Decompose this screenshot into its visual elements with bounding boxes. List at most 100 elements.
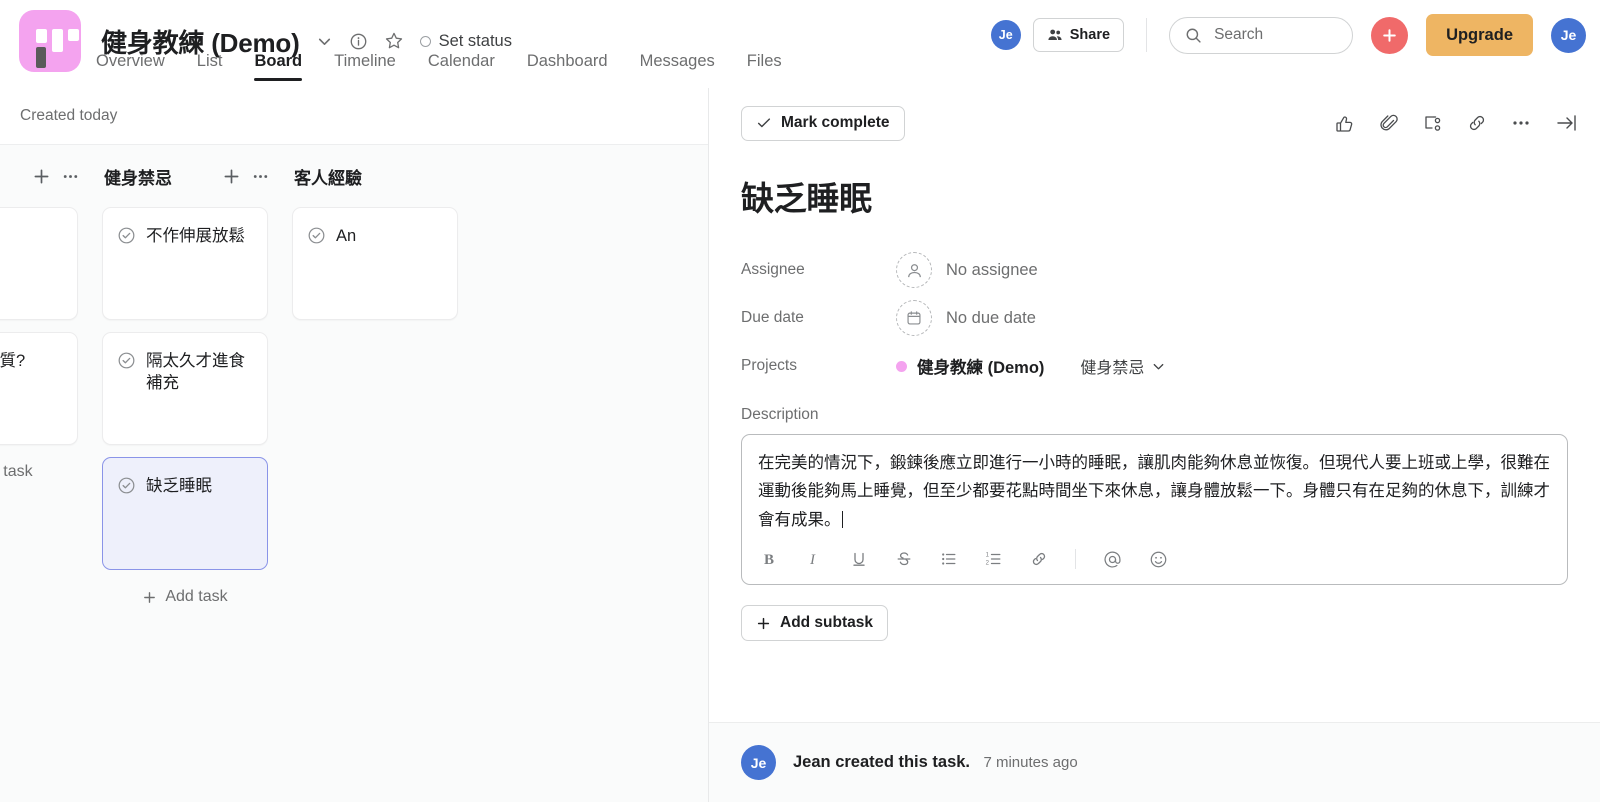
project-section-chip[interactable]: 健身禁忌 [1080,354,1166,378]
add-task-label: Add task [165,588,228,605]
bulleted-list-icon[interactable] [940,550,958,568]
project-logo-icon[interactable] [19,10,81,72]
tab-timeline[interactable]: Timeline [318,52,412,81]
tab-calendar[interactable]: Calendar [412,52,511,81]
people-icon [1048,29,1062,40]
board-area: Created today 馬? [0,88,710,802]
numbered-list-icon[interactable]: 12 [985,550,1003,568]
attachment-icon[interactable] [1378,112,1400,134]
board-card[interactable]: 馬? [0,207,78,320]
assignee-row[interactable]: Assignee No assignee [741,246,1568,294]
due-date-value: No due date [946,308,1036,327]
complete-check-icon[interactable] [117,226,136,250]
mark-complete-button[interactable]: Mark complete [741,105,905,141]
board-card[interactable]: 多一些蛋白質? [0,332,78,445]
upgrade-button[interactable]: Upgrade [1426,14,1533,56]
star-icon[interactable] [384,31,404,51]
avatar-activity[interactable]: Je [741,745,776,780]
complete-check-icon[interactable] [117,476,136,500]
chevron-down-icon[interactable] [316,33,333,50]
add-task-label: Add task [0,463,33,480]
add-task-button[interactable]: Add task [0,463,90,481]
column-title: 客人經驗 [294,168,362,188]
board-card[interactable]: An [292,207,458,320]
column-menu-icon[interactable] [251,167,270,186]
board-card-selected[interactable]: 缺乏睡眠 [102,457,268,570]
search-input[interactable]: Search [1169,16,1354,54]
activity-text: Jean created this task. [793,753,971,771]
more-options-icon[interactable] [1510,112,1532,134]
svg-text:2: 2 [986,561,990,567]
search-placeholder: Search [1214,26,1264,43]
mark-complete-label: Mark complete [781,114,890,131]
share-label: Share [1069,27,1111,43]
board-column-jinjin: 健身禁忌 不作伸展放鬆 隔太久才進食補充 缺乏睡眠 Add task [90,145,280,802]
card-title: 不作伸展放鬆 [146,227,245,245]
chevron-down-icon [1154,363,1164,369]
set-status-button[interactable]: Set status [419,31,512,51]
share-button[interactable]: Share [1032,18,1125,52]
add-subtask-button[interactable]: Add subtask [741,605,889,642]
board-card[interactable]: 隔太久才進食補充 [102,332,268,445]
toolbar-divider [1075,549,1076,570]
top-header: 健身教練 (Demo) Set status Je Share Search U… [0,0,1600,88]
collapse-panel-icon[interactable] [1554,111,1578,135]
column-add-task-icon[interactable] [222,167,241,186]
tab-board[interactable]: Board [238,52,318,81]
card-title: 缺乏睡眠 [146,477,212,495]
board-column-clipped: 馬? 多一些蛋白質? Add task [0,145,90,802]
project-name: 健身教練 (Demo) [917,359,1045,377]
tab-messages[interactable]: Messages [624,52,731,81]
avatar-member[interactable]: Je [990,20,1021,50]
tab-dashboard[interactable]: Dashboard [511,52,624,81]
task-title[interactable]: 缺乏睡眠 [741,172,1568,220]
description-editor[interactable]: 在完美的情況下，鍛鍊後應立即進行一小時的睡眠，讓肌肉能夠休息並恢復。但現代人要上… [741,434,1568,586]
column-title: 健身禁忌 [104,168,172,188]
plus-icon [144,591,156,603]
tab-files[interactable]: Files [731,52,798,81]
svg-text:1: 1 [986,552,990,558]
description-text-wrapper[interactable]: 在完美的情況下，鍛鍊後應立即進行一小時的睡眠，讓肌肉能夠休息並恢復。但現代人要上… [758,449,1551,534]
italic-icon[interactable]: I [805,550,823,568]
task-detail-panel: Mark complete 缺乏睡眠 Assignee No assignee … [708,88,1600,802]
avatar-user[interactable]: Je [1551,17,1586,53]
project-color-dot-icon [896,360,907,372]
activity-feed: Je Jean created this task. 7 minutes ago [709,722,1600,802]
header-divider [1146,18,1148,52]
create-button[interactable] [1371,16,1409,54]
assignee-label: Assignee [741,261,805,278]
link-icon[interactable] [1030,550,1048,568]
svg-text:I: I [809,552,816,568]
info-icon[interactable] [349,32,368,51]
card-title: An [336,227,357,245]
column-menu-icon[interactable] [61,167,80,186]
emoji-icon[interactable] [1149,550,1168,569]
complete-check-icon[interactable] [307,226,326,250]
bold-icon[interactable]: B [760,550,778,568]
subtask-icon[interactable] [1422,112,1444,134]
board-card[interactable]: 不作伸展放鬆 [102,207,268,320]
project-tabs: Overview List Board Timeline Calendar Da… [96,52,798,81]
column-add-task-icon[interactable] [32,167,51,186]
underline-icon[interactable] [850,550,868,568]
header-actions: Je Share Search Upgrade Je [990,14,1586,56]
assignee-value: No assignee [946,260,1038,279]
thumbs-up-icon[interactable] [1334,112,1356,134]
description-label: Description [741,406,819,423]
link-icon[interactable] [1466,112,1488,134]
tab-overview[interactable]: Overview [96,52,181,81]
mention-icon[interactable] [1103,550,1122,569]
task-detail-body: 缺乏睡眠 Assignee No assignee Due date No du… [709,158,1600,722]
strikethrough-icon[interactable] [895,550,913,568]
tab-list[interactable]: List [181,52,239,81]
projects-label: Projects [741,357,797,374]
set-status-label: Set status [438,31,512,50]
status-circle-icon [419,35,431,47]
due-date-label: Due date [741,309,804,326]
due-date-row[interactable]: Due date No due date [741,294,1568,342]
complete-check-icon[interactable] [117,351,136,375]
add-task-button[interactable]: Add task [90,588,280,606]
project-chip[interactable]: 健身教練 (Demo) [896,354,1044,378]
projects-row[interactable]: Projects 健身教練 (Demo) 健身禁忌 [741,342,1568,390]
project-section-name: 健身禁忌 [1080,360,1145,377]
